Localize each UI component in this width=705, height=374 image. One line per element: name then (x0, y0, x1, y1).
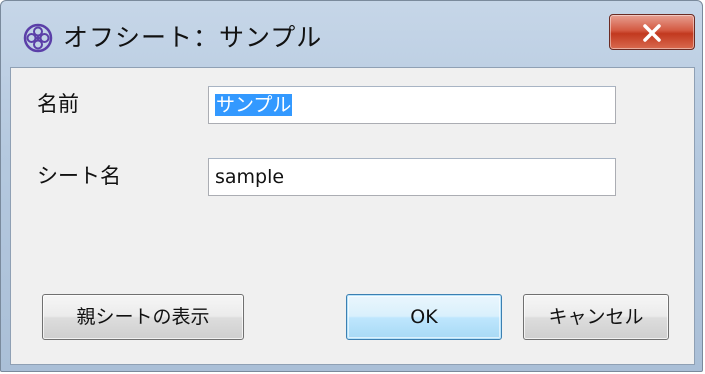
name-label: 名前 (37, 92, 79, 116)
name-field-selected-text: サンプル (215, 94, 293, 116)
ok-button[interactable]: OK (346, 294, 502, 340)
title-bar[interactable]: オフシート：サンプル (1, 1, 704, 67)
dialog-window: オフシート：サンプル 名前 サンプル シート名 sample 親シートの表示 O… (0, 0, 703, 372)
sheet-name-field[interactable]: sample (208, 158, 616, 196)
dialog-body: 名前 サンプル シート名 sample 親シートの表示 OK キャンセル (10, 67, 695, 365)
show-parent-sheet-button[interactable]: 親シートの表示 (42, 294, 244, 340)
sheet-flower-icon (23, 23, 53, 53)
name-field[interactable]: サンプル (208, 86, 616, 124)
window-title: オフシート：サンプル (63, 23, 323, 52)
close-button[interactable] (609, 14, 695, 50)
sheet-name-value: sample (215, 166, 285, 188)
sheet-name-label: シート名 (37, 164, 121, 188)
cancel-button[interactable]: キャンセル (523, 294, 669, 340)
